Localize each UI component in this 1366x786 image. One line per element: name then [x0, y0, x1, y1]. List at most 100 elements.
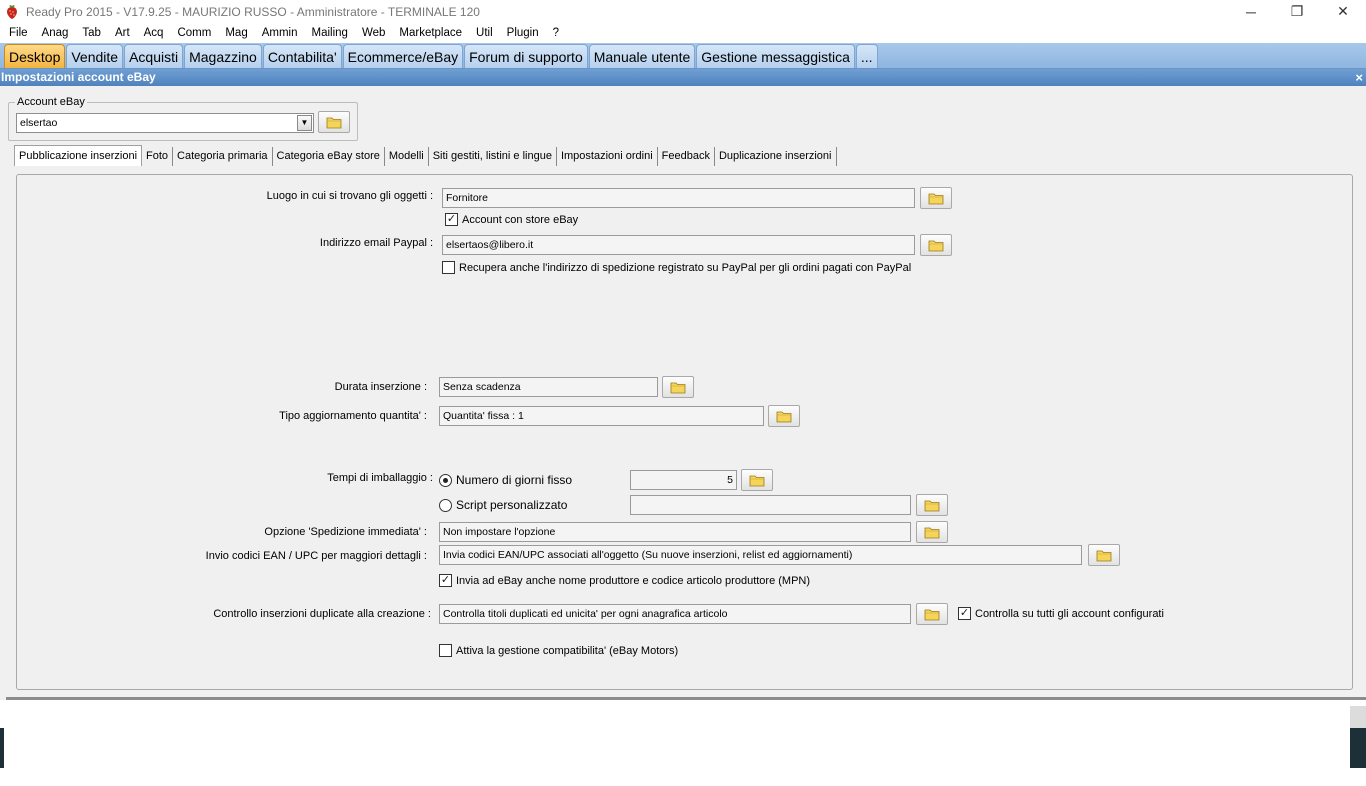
durata-folder-button[interactable] — [662, 376, 694, 398]
durata-label: Durata inserzione : — [334, 381, 427, 393]
menu-ammin[interactable]: Ammin — [255, 23, 305, 43]
radio-giorni-fisso-circle[interactable] — [439, 473, 452, 487]
account-group: Account eBay elsertao ▼ — [8, 96, 358, 141]
tab-more[interactable]: ... — [855, 44, 878, 68]
tab-ecommerce-ebay[interactable]: Ecommerce/eBay — [342, 44, 464, 68]
folder-icon — [749, 475, 765, 486]
tipo-label: Tipo aggiornamento quantita' : — [279, 410, 427, 422]
subtab-duplicazione[interactable]: Duplicazione inserzioni — [715, 147, 837, 166]
dup-all-accounts-label: Controlla su tutti gli account configura… — [975, 607, 1164, 620]
subtab-siti[interactable]: Siti gestiti, listini e lingue — [429, 147, 557, 166]
opzione-folder-button[interactable] — [916, 521, 948, 543]
menu-file[interactable]: File — [2, 23, 35, 43]
scrollbar[interactable] — [1350, 706, 1366, 728]
tempi-label: Tempi di imballaggio : — [327, 472, 433, 484]
menu-plugin[interactable]: Plugin — [500, 23, 546, 43]
panel-close-button[interactable]: × — [1355, 69, 1363, 86]
menu-comm[interactable]: Comm — [170, 23, 218, 43]
menu-mailing[interactable]: Mailing — [305, 23, 355, 43]
mpn-checkbox-box[interactable]: ✓ — [439, 574, 452, 587]
dropdown-arrow-icon[interactable]: ▼ — [297, 115, 312, 131]
tipo-field[interactable]: Quantita' fissa : 1 — [439, 406, 764, 426]
paypal-address-checkbox-box[interactable] — [442, 261, 455, 274]
minimize-button[interactable]: ─ — [1228, 0, 1274, 23]
tab-contabilita[interactable]: Contabilita' — [262, 44, 342, 68]
subtab-modelli[interactable]: Modelli — [385, 147, 429, 166]
panel-title: Impostazioni account eBay — [1, 70, 156, 84]
restore-button[interactable]: ❐ — [1274, 0, 1320, 23]
mpn-checkbox[interactable]: ✓ Invia ad eBay anche nome produttore e … — [439, 574, 810, 587]
mpn-checkbox-label: Invia ad eBay anche nome produttore e co… — [456, 574, 811, 587]
menu-art[interactable]: Art — [108, 23, 137, 43]
account-select[interactable]: elsertao ▼ — [16, 113, 314, 133]
subtab-feedback[interactable]: Feedback — [658, 147, 715, 166]
durata-field[interactable]: Senza scadenza — [439, 377, 658, 397]
script-field[interactable] — [630, 495, 911, 515]
tab-magazzino[interactable]: Magazzino — [184, 44, 262, 68]
giorni-folder-button[interactable] — [741, 469, 773, 491]
duplicati-field[interactable]: Controlla titoli duplicati ed unicita' p… — [439, 604, 911, 624]
email-field[interactable]: elsertaos@libero.it — [442, 235, 915, 255]
folder-icon — [776, 411, 792, 422]
account-legend: Account eBay — [15, 96, 87, 108]
email-folder-button[interactable] — [920, 234, 952, 256]
opzione-field[interactable]: Non impostare l'opzione — [439, 522, 911, 542]
radio-script-circle[interactable] — [439, 498, 452, 512]
taskbar-right-edge — [1350, 728, 1366, 768]
luogo-field[interactable]: Fornitore — [442, 188, 915, 208]
account-select-value: elsertao — [20, 117, 58, 129]
menu-tab[interactable]: Tab — [75, 23, 108, 43]
dup-all-accounts-checkbox-box[interactable]: ✓ — [958, 607, 971, 620]
tab-acquisti[interactable]: Acquisti — [124, 44, 184, 68]
account-folder-button[interactable] — [318, 111, 350, 133]
subtab-impostazioni-ordini[interactable]: Impostazioni ordini — [557, 147, 658, 166]
subtab-pubblicazione[interactable]: Pubblicazione inserzioni — [14, 145, 143, 166]
radio-giorni-fisso[interactable]: Numero di giorni fisso — [439, 473, 572, 487]
store-checkbox[interactable]: ✓ Account con store eBay — [445, 213, 578, 226]
menu-web[interactable]: Web — [355, 23, 392, 43]
ebay-motors-checkbox-box[interactable] — [439, 644, 452, 657]
folder-icon — [670, 382, 686, 393]
paypal-address-label: Recupera anche l'indirizzo di spedizione… — [459, 261, 912, 274]
close-window-button[interactable]: ✕ — [1320, 0, 1366, 23]
tab-forum[interactable]: Forum di supporto — [464, 44, 588, 68]
menu-marketplace[interactable]: Marketplace — [392, 23, 469, 43]
tab-desktop[interactable]: Desktop — [4, 44, 66, 68]
subtab-categoria-primaria[interactable]: Categoria primaria — [173, 147, 273, 166]
ean-field[interactable]: Invia codici EAN/UPC associati all'ogget… — [439, 545, 1082, 565]
menu-acq[interactable]: Acq — [137, 23, 171, 43]
bottom-area — [0, 700, 1366, 786]
menu-anag[interactable]: Anag — [35, 23, 76, 43]
tab-messaggistica[interactable]: Gestione messaggistica — [696, 44, 855, 68]
subtab-categoria-store[interactable]: Categoria eBay store — [273, 147, 385, 166]
app-strawberry-icon — [7, 4, 17, 19]
panel-header: Impostazioni account eBay × — [0, 69, 1366, 86]
menu-util[interactable]: Util — [469, 23, 500, 43]
ebay-motors-checkbox[interactable]: Attiva la gestione compatibilita' (eBay … — [439, 644, 678, 657]
menu-help[interactable]: ? — [546, 23, 566, 43]
duplicati-folder-button[interactable] — [916, 603, 948, 625]
window-controls: ─ ❐ ✕ — [1228, 0, 1366, 23]
main-tab-bar: Desktop Vendite Acquisti Magazzino Conta… — [0, 43, 1366, 69]
store-checkbox-box[interactable]: ✓ — [445, 213, 458, 226]
ean-folder-button[interactable] — [1088, 544, 1120, 566]
store-checkbox-label: Account con store eBay — [462, 213, 579, 226]
giorni-fisso-field[interactable]: 5 — [630, 470, 737, 490]
opzione-label: Opzione 'Spedizione immediata' : — [264, 526, 427, 538]
email-label: Indirizzo email Paypal : — [319, 237, 433, 249]
window-title: Ready Pro 2015 - V17.9.25 - MAURIZIO RUS… — [26, 4, 480, 19]
tab-vendite[interactable]: Vendite — [66, 44, 124, 68]
taskbar-left-edge — [0, 728, 4, 768]
folder-icon — [924, 609, 940, 620]
subtab-foto[interactable]: Foto — [142, 147, 174, 166]
radio-script[interactable]: Script personalizzato — [439, 498, 567, 512]
luogo-folder-button[interactable] — [920, 187, 952, 209]
folder-icon — [924, 500, 940, 511]
menu-mag[interactable]: Mag — [218, 23, 254, 43]
tab-manuale[interactable]: Manuale utente — [588, 44, 696, 68]
dup-all-accounts-checkbox[interactable]: ✓ Controlla su tutti gli account configu… — [958, 607, 1164, 620]
script-folder-button[interactable] — [916, 494, 948, 516]
tipo-folder-button[interactable] — [768, 405, 800, 427]
folder-icon — [924, 527, 940, 538]
paypal-address-checkbox[interactable]: Recupera anche l'indirizzo di spedizione… — [442, 261, 911, 274]
